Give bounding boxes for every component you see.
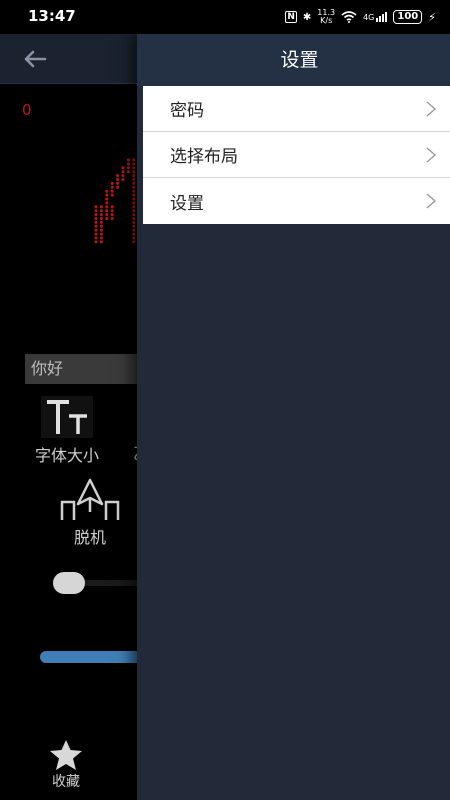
menu-item-password[interactable]: 密码	[143, 86, 450, 132]
offline-tool[interactable]: 脱机	[58, 478, 122, 548]
charging-icon: ⚡	[428, 10, 436, 24]
menu-item-label: 密码	[170, 101, 204, 121]
speed-unit: K/s	[320, 16, 333, 25]
cellular-icon: 4G	[363, 12, 388, 22]
speed-slider-thumb[interactable]	[53, 572, 85, 594]
progress-bar[interactable]	[40, 651, 150, 663]
favorites-button[interactable]: 收藏	[48, 739, 84, 791]
status-icons: N ✱ 11.3 K/s 4G 100 ⚡	[285, 9, 436, 25]
menu-item-label: 设置	[170, 193, 204, 214]
offline-icon	[60, 478, 120, 520]
wifi-icon	[341, 11, 357, 23]
chevron-right-icon	[426, 147, 436, 163]
menu-item-label: 选择布局	[170, 147, 238, 167]
drawer-menu: 密码 选择布局 设置	[143, 86, 450, 224]
offline-label: 脱机	[73, 528, 106, 547]
chevron-right-icon	[426, 193, 436, 209]
battery-indicator: 100	[393, 10, 423, 24]
settings-drawer: 设置 密码 选择布局 设置	[137, 34, 450, 800]
font-size-label: 字体大小	[35, 446, 100, 465]
text-input[interactable]: 你好	[25, 354, 145, 384]
nfc-icon: N	[285, 11, 297, 23]
back-arrow-icon[interactable]	[20, 44, 50, 74]
font-size-icon	[41, 396, 93, 438]
menu-item-layout[interactable]: 选择布局	[143, 132, 450, 178]
star-icon	[50, 740, 82, 770]
chevron-right-icon	[426, 101, 436, 117]
drawer-title: 设置	[280, 49, 319, 71]
network-type: 4G	[363, 13, 375, 22]
font-size-tool[interactable]: 字体大小	[35, 396, 99, 466]
bluetooth-icon: ✱	[302, 11, 312, 23]
status-time: 13:47	[28, 7, 76, 25]
favorites-label: 收藏	[52, 774, 80, 790]
count-label: 0	[22, 101, 32, 119]
network-speed: 11.3 K/s	[317, 9, 335, 25]
menu-item-settings[interactable]: 设置	[143, 178, 450, 224]
status-bar: 13:47 N ✱ 11.3 K/s 4G 100 ⚡	[0, 0, 450, 34]
drawer-header: 设置	[137, 34, 450, 86]
